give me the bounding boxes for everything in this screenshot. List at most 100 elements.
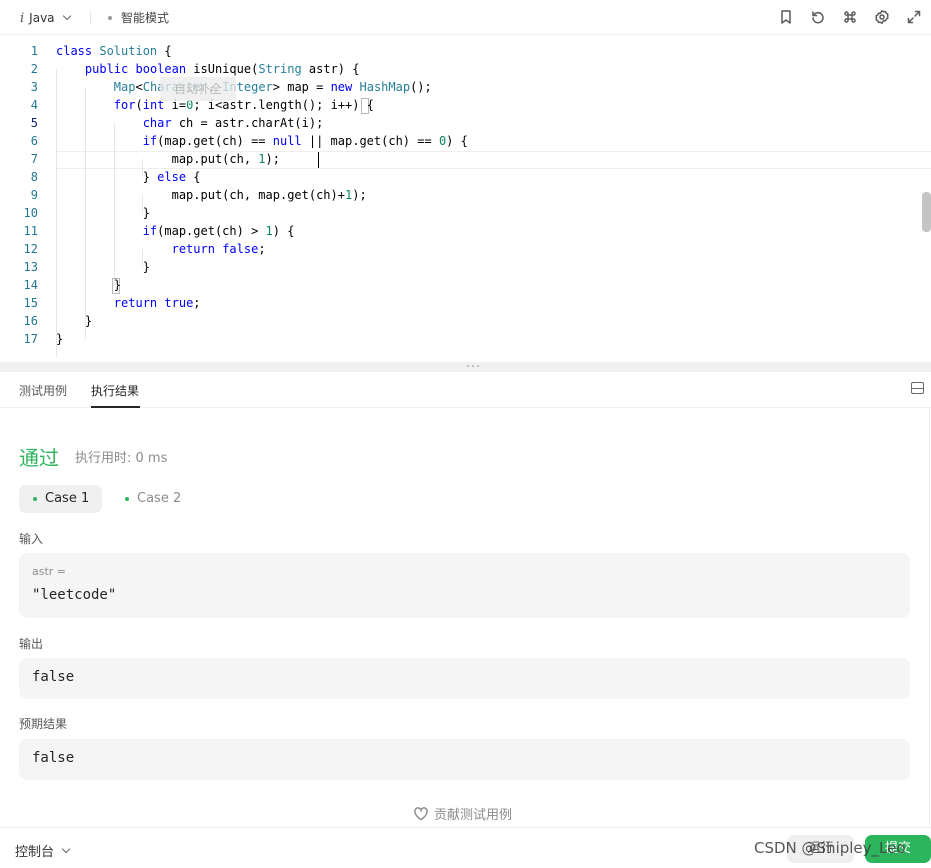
line-number: 1: [30, 44, 38, 58]
code-line-text: map.put(ch, 1);: [56, 152, 280, 166]
line-number: 13: [23, 260, 38, 274]
code-line-text: class Solution {: [56, 44, 172, 58]
mode-selector[interactable]: 智能模式: [108, 9, 169, 26]
submit-button[interactable]: 提交: [865, 835, 931, 863]
command-icon[interactable]: [841, 8, 859, 26]
code-line: 10 }: [0, 204, 931, 222]
runtime-text: 执行用时: 0 ms: [75, 451, 168, 466]
case-tab-1[interactable]: Case 1: [19, 485, 102, 513]
tab-results[interactable]: 执行结果: [91, 382, 139, 399]
toolbar-divider: [90, 11, 91, 24]
code-line-text: if(map.get(ch) == null || map.get(ch) ==…: [142, 134, 468, 148]
code-line-text: return false;: [171, 242, 266, 256]
code-line-text: public boolean isUnique(String astr) {: [84, 62, 360, 76]
expected-value: false: [32, 750, 75, 766]
output-value: false: [32, 669, 75, 685]
language-selector[interactable]: i Java: [20, 9, 71, 27]
input-var-name: astr =: [32, 565, 67, 578]
language-glyph-icon: i: [20, 10, 25, 26]
line-number: 10: [23, 206, 38, 220]
code-line: 15 return true;: [0, 294, 931, 312]
code-line: 11 if(map.get(ch) > 1) {: [0, 222, 931, 240]
drag-grip-icon: [467, 365, 479, 367]
code-line-text: } else {: [56, 170, 201, 184]
code-line: 13 }: [0, 258, 931, 276]
status-badge: 通过: [19, 446, 59, 470]
line-number: 16: [23, 314, 38, 328]
line-number: 11: [23, 224, 38, 238]
result-tabs: 测试用例 执行结果: [0, 372, 931, 408]
contribute-label: 贡献测试用例: [434, 808, 513, 823]
reset-icon[interactable]: [809, 8, 827, 26]
line-number: 9: [30, 188, 38, 202]
input-label: 输入: [19, 532, 44, 546]
console-label: 控制台: [15, 845, 55, 860]
line-number: 12: [23, 242, 38, 256]
line-number: 8: [30, 170, 38, 184]
input-box: astr = "leetcode": [19, 553, 910, 618]
chevron-down-icon: [62, 11, 71, 21]
code-line: 9 map.put(ch, map.get(ch)+1);: [0, 186, 931, 204]
code-line: 6 if(map.get(ch) == null || map.get(ch) …: [0, 132, 931, 150]
code-line: 14 }: [0, 276, 931, 294]
pass-dot-icon: [33, 497, 37, 501]
code-line-active: 5 char ch = astr.charAt(i);: [0, 114, 931, 132]
code-line: 16 }: [0, 312, 931, 330]
line-number: 6: [30, 134, 38, 148]
code-line: 3 Map<Character, Integer> map = new Hash…: [0, 78, 931, 96]
output-box: false: [19, 658, 910, 699]
expected-box: false: [19, 739, 910, 780]
expand-icon[interactable]: [905, 8, 923, 26]
line-number: 5: [30, 116, 38, 130]
input-value: "leetcode": [32, 587, 117, 603]
chevron-down-icon: [61, 844, 71, 853]
code-line: 8 } else {: [0, 168, 931, 186]
output-label: 输出: [19, 637, 44, 651]
expected-label: 预期结果: [19, 717, 68, 731]
mode-label: 智能模式: [121, 11, 170, 25]
line-number: 17: [23, 332, 38, 346]
line-number: 7: [30, 152, 38, 166]
heart-icon: [414, 806, 428, 820]
toolbar-actions: [777, 8, 923, 26]
code-line-text: }: [56, 314, 93, 328]
mode-dot-icon: [108, 15, 112, 20]
bookmark-icon[interactable]: [777, 8, 795, 26]
bottom-bar: 控制台 运行 提交 CSDN @Shipley_Leo: [0, 827, 931, 868]
case-tab-2[interactable]: Case 2: [112, 485, 192, 513]
code-line-text: Map<Character, Integer> map = new HashMa…: [113, 80, 432, 94]
console-toggle[interactable]: 控制台: [15, 841, 71, 860]
code-line-text: }: [56, 206, 150, 220]
autocomplete-hint: 自动补全: [160, 77, 236, 101]
code-editor[interactable]: 1 class Solution { 2 public boolean isUn…: [0, 36, 931, 362]
code-line-text: char ch = astr.charAt(i);: [142, 116, 324, 130]
contribute-testcase-link[interactable]: 贡献测试用例: [413, 804, 512, 823]
settings-icon[interactable]: [873, 8, 891, 26]
run-button[interactable]: 运行: [787, 835, 854, 863]
code-line-text: }: [56, 278, 122, 292]
code-line: 7 map.put(ch, 1);: [0, 150, 931, 168]
line-number: 14: [23, 278, 38, 292]
panel-divider: [929, 408, 930, 826]
code-line: 4 for(int i=0; i<astr.length(); i++) {: [0, 96, 931, 114]
line-number: 2: [30, 62, 38, 76]
tab-testcases[interactable]: 测试用例: [19, 382, 67, 399]
line-number: 4: [30, 98, 38, 112]
code-line-text: if(map.get(ch) > 1) {: [142, 224, 295, 238]
code-line: 12 return false;: [0, 240, 931, 258]
code-line: 2 public boolean isUnique(String astr) {: [0, 60, 931, 78]
code-line-text: }: [56, 260, 150, 274]
text-caret: [318, 152, 319, 168]
editor-scrollbar-thumb[interactable]: [922, 192, 931, 232]
editor-toolbar: i Java 智能模式: [0, 0, 931, 35]
active-tab-indicator: [91, 406, 140, 408]
panel-layout-icon[interactable]: [911, 382, 924, 394]
line-number: 15: [23, 296, 38, 310]
code-line-text: }: [56, 332, 64, 346]
code-line-text: map.put(ch, map.get(ch)+1);: [56, 188, 367, 202]
case-label: Case 2: [137, 491, 182, 506]
panel-resize-handle[interactable]: [0, 362, 931, 372]
code-line-text: return true;: [113, 296, 201, 310]
case-label: Case 1: [45, 491, 90, 506]
code-line: 1 class Solution {: [0, 42, 931, 60]
